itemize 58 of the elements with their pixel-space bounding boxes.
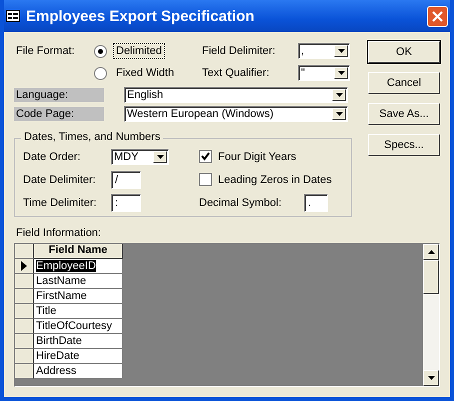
table-cell[interactable]: HireDate bbox=[34, 349, 123, 364]
radio-button[interactable] bbox=[94, 44, 107, 58]
window-title: Employees Export Specification bbox=[26, 8, 256, 24]
row-header[interactable] bbox=[15, 319, 34, 334]
code-page-label: Code Page: bbox=[14, 107, 104, 121]
text-qualifier-label: Text Qualifier: bbox=[202, 67, 270, 79]
date-order-label: Date Order: bbox=[23, 150, 82, 162]
checkbox[interactable] bbox=[199, 173, 212, 186]
row-header[interactable] bbox=[15, 289, 34, 304]
close-button[interactable] bbox=[427, 6, 448, 26]
checkbox-label[interactable]: Four Digit Years bbox=[218, 150, 296, 162]
text-qualifier-dropdown[interactable]: " bbox=[298, 65, 350, 81]
language-label: Language: bbox=[14, 88, 104, 102]
row-pointer-icon bbox=[21, 261, 27, 271]
time-delimiter-field[interactable]: : bbox=[111, 194, 141, 212]
row-header[interactable] bbox=[15, 364, 34, 379]
dialog-button[interactable]: Save As... bbox=[368, 103, 440, 125]
decimal-symbol-label: Decimal Symbol: bbox=[199, 196, 283, 208]
time-delimiter-label: Time Delimiter: bbox=[23, 196, 98, 208]
row-header[interactable] bbox=[15, 259, 34, 274]
scroll-down-icon[interactable] bbox=[423, 370, 439, 386]
dialog-button[interactable]: Cancel bbox=[368, 72, 440, 94]
decimal-symbol-field[interactable]: . bbox=[304, 194, 328, 212]
row-header bbox=[15, 244, 34, 259]
form-icon bbox=[6, 10, 20, 22]
scroll-up-icon[interactable] bbox=[423, 244, 439, 260]
dialog-button[interactable]: OK bbox=[368, 41, 440, 63]
table-cell[interactable]: EmployeeID bbox=[34, 259, 123, 274]
radio-label[interactable]: Fixed Width bbox=[113, 65, 178, 81]
date-delimiter-label: Date Delimiter: bbox=[23, 174, 97, 186]
file-format-label: File Format: bbox=[16, 45, 76, 57]
date-delimiter-field[interactable]: / bbox=[111, 170, 141, 188]
row-header[interactable] bbox=[15, 274, 34, 289]
close-icon[interactable] bbox=[432, 10, 443, 22]
table-cell[interactable]: BirthDate bbox=[34, 334, 123, 349]
row-header[interactable] bbox=[15, 349, 34, 364]
table-cell[interactable]: LastName bbox=[34, 274, 123, 289]
vertical-scrollbar[interactable] bbox=[423, 244, 439, 386]
row-header[interactable] bbox=[15, 334, 34, 349]
code-page-dropdown[interactable]: Western European (Windows) bbox=[124, 106, 348, 122]
group-title: Dates, Times, and Numbers bbox=[21, 131, 164, 143]
radio-button[interactable] bbox=[94, 66, 107, 80]
radio-label[interactable]: Delimited bbox=[113, 43, 165, 59]
checkbox-label[interactable]: Leading Zeros in Dates bbox=[218, 174, 332, 186]
date-order-dropdown[interactable]: MDY bbox=[111, 148, 169, 164]
table-cell[interactable]: Title bbox=[34, 304, 123, 319]
field-delimiter-dropdown[interactable]: , bbox=[298, 43, 350, 59]
table-cell[interactable]: FirstName bbox=[34, 289, 123, 304]
column-header[interactable]: Field Name bbox=[34, 244, 123, 259]
table-cell[interactable]: TitleOfCourtesy bbox=[34, 319, 123, 334]
checkbox[interactable] bbox=[199, 150, 212, 163]
dialog-button[interactable]: Specs... bbox=[368, 134, 440, 156]
language-dropdown[interactable]: English bbox=[124, 87, 348, 103]
scroll-thumb[interactable] bbox=[423, 260, 439, 294]
row-header[interactable] bbox=[15, 304, 34, 319]
table-cell[interactable]: Address bbox=[34, 364, 123, 379]
field-delimiter-label: Field Delimiter: bbox=[202, 45, 276, 57]
field-information-label: Field Information: bbox=[16, 227, 102, 239]
